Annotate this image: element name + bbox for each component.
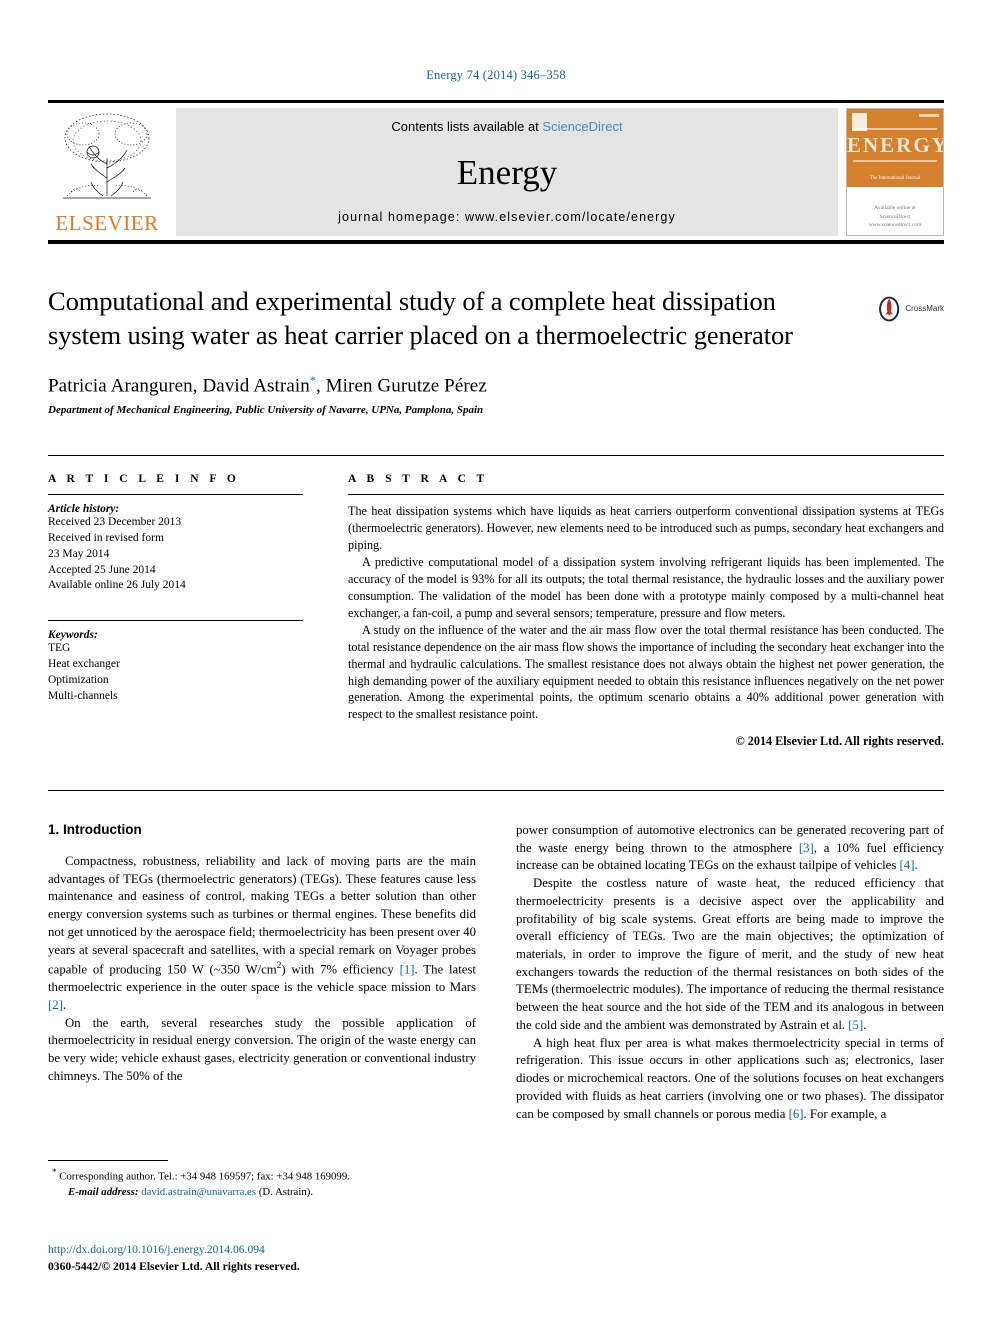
doi-link[interactable]: http://dx.doi.org/10.1016/j.energy.2014.…: [48, 1242, 476, 1259]
article-info-abstract-section: A R T I C L E I N F O Article history: R…: [48, 455, 944, 749]
body-paragraph: power consumption of automotive electron…: [516, 823, 944, 873]
corresponding-author-text: Corresponding author. Tel.: +34 948 1695…: [59, 1170, 350, 1183]
footnote-star-icon: *: [52, 1167, 57, 1177]
article-history-item: Available online 26 July 2014: [48, 579, 186, 592]
contents-prefix: Contents lists available at: [391, 119, 543, 134]
body-column-left: 1. Introduction Compactness, robustness,…: [48, 822, 476, 1123]
cover-title: ENERGY: [847, 133, 944, 157]
title-block: Computational and experimental study of …: [48, 285, 944, 416]
article-history-item: Received in revised form: [48, 531, 164, 544]
email-link[interactable]: david.astrain@unavarra.es: [141, 1186, 256, 1198]
citation-link[interactable]: [5]: [848, 1018, 863, 1032]
article-info-column: A R T I C L E I N F O Article history: R…: [48, 473, 303, 749]
footer-identifiers: http://dx.doi.org/10.1016/j.energy.2014.…: [48, 1242, 476, 1276]
journal-title: Energy: [456, 152, 558, 192]
article-info-hairline: [48, 494, 303, 495]
abstract-copyright: © 2014 Elsevier Ltd. All rights reserved…: [735, 734, 944, 749]
info-section-bottom-rule: [48, 790, 944, 791]
affiliation: Department of Mechanical Engineering, Pu…: [48, 404, 484, 417]
citation-link[interactable]: [2]: [48, 998, 63, 1012]
crossmark-label: CrossMark: [905, 304, 944, 313]
crossmark-icon: [879, 296, 900, 322]
footnote-area: * Corresponding author. Tel.: +34 948 16…: [48, 1160, 476, 1200]
journal-homepage-link[interactable]: journal homepage: www.elsevier.com/locat…: [338, 210, 676, 224]
corresponding-author-note: * Corresponding author. Tel.: +34 948 16…: [48, 1166, 476, 1185]
journal-cover-thumbnail: ENERGY The International Journal Availab…: [846, 108, 944, 236]
footnote-rule: [48, 1160, 168, 1161]
cover-corner-rule: [919, 114, 939, 117]
cover-footer: Available online at ScienceDirect www.sc…: [847, 204, 943, 229]
keyword-item: Multi-channels: [48, 689, 118, 702]
cover-subtitle: The International Journal: [869, 176, 921, 181]
citation-link[interactable]: [6]: [789, 1107, 804, 1121]
cover-bottom-band: Available online at ScienceDirect www.sc…: [847, 187, 943, 235]
author-names: Patricia Aranguren, David Astrain: [48, 375, 310, 397]
keywords-block: Keywords: TEG Heat exchanger Optimizatio…: [48, 629, 303, 704]
abstract-paragraph: The heat dissipation systems which have …: [348, 504, 944, 552]
masthead-center-panel: Contents lists available at ScienceDirec…: [176, 108, 838, 236]
abstract-hairline: [348, 494, 944, 495]
citation-link[interactable]: [4]: [900, 858, 915, 872]
keywords-label: Keywords:: [48, 629, 98, 642]
page-title: Computational and experimental study of …: [48, 286, 793, 350]
email-label: E-mail address:: [68, 1185, 139, 1198]
article-history-item: 23 May 2014: [48, 547, 110, 560]
citation-link[interactable]: [3]: [799, 841, 814, 855]
cover-top-band: ENERGY The International Journal: [847, 109, 943, 187]
email-note: E-mail address: david.astrain@unavarra.e…: [48, 1185, 476, 1200]
body-paragraph: Compactness, robustness, reliability and…: [48, 854, 476, 1013]
cover-strip-bottom: [853, 160, 937, 162]
keyword-item: Heat exchanger: [48, 658, 120, 671]
masthead-top-rule: [48, 100, 944, 103]
abstract-column: A B S T R A C T The heat dissipation sys…: [348, 473, 944, 749]
article-history-item: Received 23 December 2013: [48, 516, 182, 528]
body-paragraph: Despite the costless nature of waste hea…: [516, 876, 944, 1032]
keywords-hairline: [48, 620, 303, 622]
body-paragraph: On the earth, several researches study t…: [48, 1015, 476, 1083]
info-section-top-rule: [48, 455, 944, 456]
abstract-paragraph: A predictive computational model of a di…: [348, 554, 944, 620]
contents-available-line: Contents lists available at ScienceDirec…: [391, 119, 622, 134]
paper-page: Energy 74 (2014) 346–358 ELSEVIER Conten…: [0, 0, 992, 1323]
email-suffix: (D. Astrain).: [256, 1185, 314, 1198]
cover-footer-line2: ScienceDirect: [879, 213, 911, 220]
cover-strip-top: [853, 128, 937, 130]
article-history-label: Article history:: [48, 503, 120, 515]
issn-copyright: 0360-5442/© 2014 Elsevier Ltd. All right…: [48, 1259, 300, 1273]
abstract-heading: A B S T R A C T: [348, 473, 489, 485]
body-paragraph: A high heat flux per area is what makes …: [516, 1035, 944, 1121]
author-list: Patricia Aranguren, David Astrain*, Mire…: [48, 373, 944, 397]
elsevier-tree-icon: [63, 113, 151, 199]
masthead-bottom-rule: [48, 240, 944, 244]
abstract-paragraph: A study on the influence of the water an…: [348, 622, 944, 722]
keyword-item: TEG: [48, 642, 71, 655]
body-columns: 1. Introduction Compactness, robustness,…: [48, 822, 944, 1123]
sciencedirect-link[interactable]: ScienceDirect: [542, 119, 622, 134]
journal-masthead: ELSEVIER Contents lists available at Sci…: [48, 100, 944, 244]
body-column-right: power consumption of automotive electron…: [516, 822, 944, 1123]
elsevier-wordmark: ELSEVIER: [55, 211, 159, 235]
cover-footer-line3: www.sciencedirect.com: [868, 221, 922, 228]
article-info-heading: A R T I C L E I N F O: [48, 473, 240, 485]
crossmark-badge[interactable]: CrossMark: [876, 289, 944, 329]
article-history-item: Accepted 25 June 2014: [48, 563, 156, 576]
keyword-item: Optimization: [48, 674, 109, 687]
section-title-introduction: 1. Introduction: [48, 822, 142, 837]
elsevier-logo: ELSEVIER: [48, 108, 170, 236]
citation-link[interactable]: [1]: [400, 963, 415, 977]
running-head: Energy 74 (2014) 346–358: [426, 68, 566, 82]
author-names-tail: , Miren Gurutze Pérez: [315, 375, 487, 397]
cover-footer-line1: Available online at: [874, 205, 916, 212]
